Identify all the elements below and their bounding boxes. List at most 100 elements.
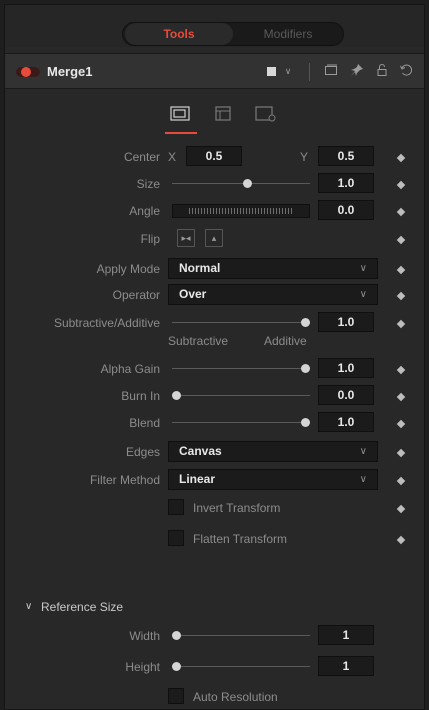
apply-mode-dropdown[interactable]: Normal ∨ xyxy=(168,258,378,279)
burn-in-slider[interactable] xyxy=(172,395,310,396)
keyframe-center-icon[interactable] xyxy=(396,153,406,163)
center-x-label: X xyxy=(168,150,177,164)
blend-field[interactable]: 1.0 xyxy=(318,412,374,432)
apply-mode-label: Apply Mode xyxy=(96,262,160,276)
height-label: Height xyxy=(125,660,160,674)
keyframe-angle-icon[interactable] xyxy=(396,207,406,217)
operator-value: Over xyxy=(179,287,207,301)
keyframe-filter-method-icon[interactable] xyxy=(396,476,406,486)
filter-method-label: Filter Method xyxy=(89,473,160,487)
size-slider[interactable] xyxy=(172,183,310,184)
width-slider[interactable] xyxy=(172,635,310,636)
additive-sublabel: Additive xyxy=(264,334,307,348)
width-field[interactable]: 1 xyxy=(318,625,374,645)
tool-enable-indicator xyxy=(21,67,31,77)
alpha-gain-slider-thumb[interactable] xyxy=(301,364,310,373)
keyframe-operator-icon[interactable] xyxy=(396,291,406,301)
keyframe-invert-transform-icon[interactable] xyxy=(396,504,406,514)
invert-transform-checkbox[interactable] xyxy=(168,499,184,515)
chevron-down-icon: ∨ xyxy=(359,289,367,300)
keyframe-subtractive-additive-icon[interactable] xyxy=(396,319,406,329)
chevron-down-icon[interactable]: ∨ xyxy=(280,63,296,79)
inspector-tabbar: Tools Modifiers xyxy=(5,5,424,47)
keyframe-edges-icon[interactable] xyxy=(396,448,406,458)
tool-name: Merge1 xyxy=(47,64,93,79)
angle-field[interactable]: 0.0 xyxy=(318,200,374,220)
edges-dropdown[interactable]: Canvas ∨ xyxy=(168,441,378,462)
tool-subtabs xyxy=(5,97,424,137)
tool-header[interactable]: Merge1 ∨ xyxy=(5,53,424,89)
auto-resolution-checkbox[interactable] xyxy=(168,688,184,704)
lock-icon[interactable] xyxy=(374,63,390,79)
apply-mode-value: Normal xyxy=(179,261,221,275)
chevron-down-icon: ∨ xyxy=(359,446,367,457)
flatten-transform-checkbox[interactable] xyxy=(168,530,184,546)
burn-in-field[interactable]: 0.0 xyxy=(318,385,374,405)
chevron-down-icon: ∨ xyxy=(25,601,33,612)
auto-resolution-label: Auto Resolution xyxy=(193,690,278,704)
invert-transform-label: Invert Transform xyxy=(193,501,281,515)
angle-thumbwheel-ticks xyxy=(189,208,293,214)
operator-label: Operator xyxy=(112,288,160,302)
filter-method-value: Linear xyxy=(179,472,216,486)
blend-slider[interactable] xyxy=(172,422,310,423)
header-divider xyxy=(309,63,310,81)
height-slider-thumb[interactable] xyxy=(172,662,181,671)
center-x-field[interactable]: 0.5 xyxy=(186,146,242,166)
keyframe-blend-icon[interactable] xyxy=(396,419,406,429)
reference-size-section-header[interactable]: ∨ Reference Size xyxy=(5,598,424,620)
center-y-label: Y xyxy=(300,150,309,164)
pin-icon[interactable] xyxy=(349,63,365,79)
edges-value: Canvas xyxy=(179,444,222,458)
keyframe-alpha-gain-icon[interactable] xyxy=(396,365,406,375)
size-slider-thumb[interactable] xyxy=(242,179,252,188)
reference-size-title: Reference Size xyxy=(41,600,124,614)
operator-dropdown[interactable]: Over ∨ xyxy=(168,284,378,305)
angle-label: Angle xyxy=(129,204,160,218)
flip-label: Flip xyxy=(140,232,160,246)
subtractive-sublabel: Subtractive xyxy=(168,334,229,348)
size-field[interactable]: 1.0 xyxy=(318,173,374,193)
burn-in-label: Burn In xyxy=(121,389,160,403)
center-y-field[interactable]: 0.5 xyxy=(318,146,374,166)
edges-label: Edges xyxy=(125,445,160,459)
tab-tools[interactable]: Tools xyxy=(125,23,233,45)
merge-icon[interactable] xyxy=(168,105,194,123)
tab-group: Tools Modifiers xyxy=(122,22,344,46)
inspector-panel: Tools Modifiers Merge1 ∨ Center X 0.5 Y … xyxy=(4,4,425,710)
width-label: Width xyxy=(129,629,160,643)
alpha-gain-label: Alpha Gain xyxy=(100,362,160,376)
angle-thumbwheel[interactable] xyxy=(172,204,310,218)
height-field[interactable]: 1 xyxy=(318,656,374,676)
subtractive-additive-slider-thumb[interactable] xyxy=(301,318,310,327)
camera-icon[interactable] xyxy=(253,105,279,123)
view-icon[interactable] xyxy=(323,63,339,79)
keyframe-size-icon[interactable] xyxy=(396,180,406,190)
size-label: Size xyxy=(136,177,160,191)
filter-method-dropdown[interactable]: Linear ∨ xyxy=(168,469,378,490)
color-swatch-icon[interactable] xyxy=(267,67,276,76)
burn-in-slider-thumb[interactable] xyxy=(172,391,181,400)
flip-horizontal-icon[interactable]: ▸◂ xyxy=(177,229,195,247)
height-slider[interactable] xyxy=(172,666,310,667)
keyframe-apply-mode-icon[interactable] xyxy=(396,265,406,275)
center-label: Center xyxy=(123,150,160,164)
alpha-gain-field[interactable]: 1.0 xyxy=(318,358,374,378)
reset-icon[interactable] xyxy=(398,63,414,79)
blend-slider-thumb[interactable] xyxy=(301,418,310,427)
chevron-down-icon: ∨ xyxy=(359,474,367,485)
flip-vertical-icon[interactable]: ▴ xyxy=(205,229,223,247)
subtractive-additive-field[interactable]: 1.0 xyxy=(318,312,374,332)
width-slider-thumb[interactable] xyxy=(172,631,181,640)
subtractive-additive-slider[interactable] xyxy=(172,322,310,323)
settings-icon[interactable] xyxy=(211,105,237,123)
keyframe-flatten-transform-icon[interactable] xyxy=(396,535,406,545)
alpha-gain-slider[interactable] xyxy=(172,368,310,369)
subtab-active-indicator xyxy=(165,132,197,134)
blend-label: Blend xyxy=(129,416,160,430)
chevron-down-icon: ∨ xyxy=(359,263,367,274)
keyframe-burn-in-icon[interactable] xyxy=(396,392,406,402)
flatten-transform-label: Flatten Transform xyxy=(193,532,288,546)
keyframe-flip-icon[interactable] xyxy=(396,235,406,245)
tab-modifiers[interactable]: Modifiers xyxy=(235,23,341,45)
